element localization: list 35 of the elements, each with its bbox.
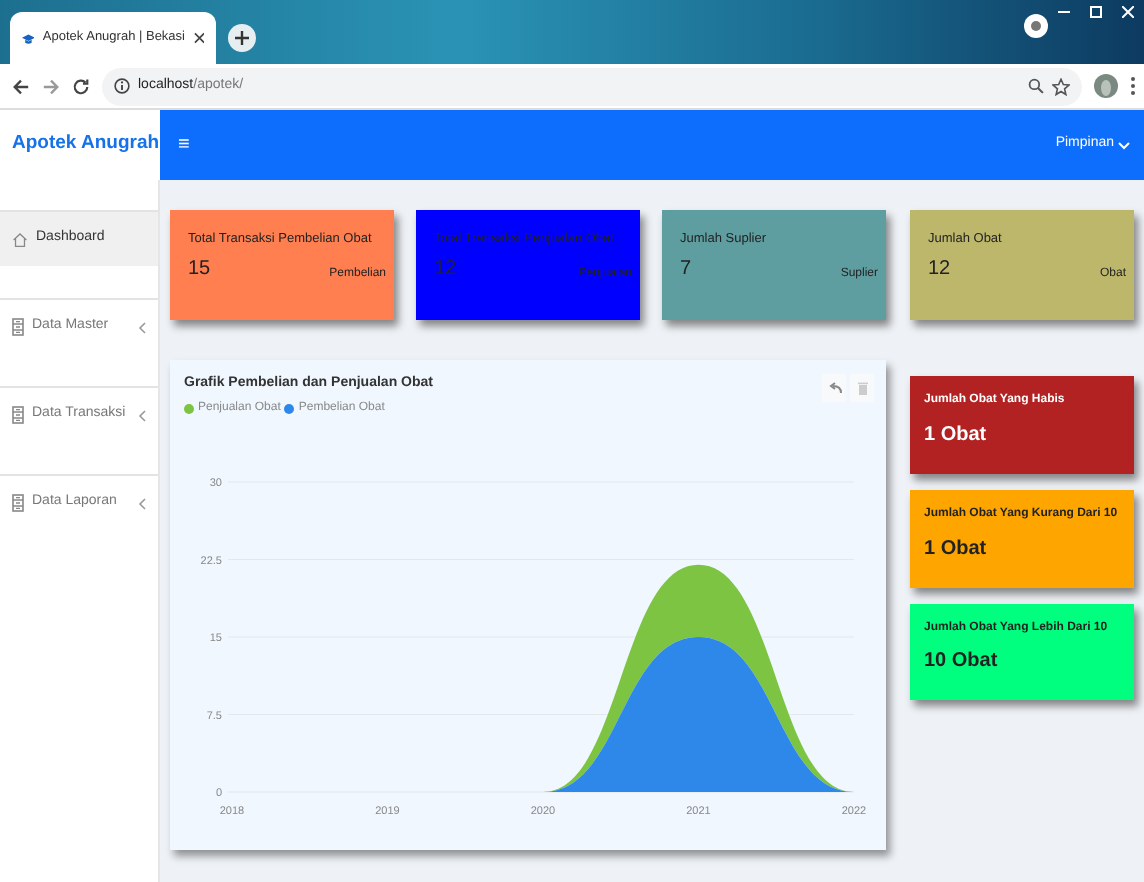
chevron-left-icon — [138, 409, 146, 421]
card-value: 12 — [434, 255, 457, 284]
close-icon[interactable] — [193, 32, 204, 44]
plus-icon — [234, 30, 250, 46]
chevron-left-icon — [138, 497, 146, 509]
card-value: 12 — [928, 255, 951, 284]
home-icon — [12, 231, 28, 247]
close-icon — [1122, 5, 1134, 18]
card-value: 1 Obat — [924, 535, 989, 564]
forward-button[interactable] — [42, 77, 60, 95]
card-value: 7 — [680, 255, 692, 284]
file-cabinet-icon — [12, 406, 24, 424]
file-cabinet-icon — [12, 494, 24, 512]
trash-icon — [857, 381, 867, 395]
minimize-icon — [1058, 5, 1070, 18]
reload-button[interactable] — [72, 77, 90, 95]
card-value: 15 — [188, 255, 211, 284]
star-icon[interactable] — [1052, 77, 1070, 95]
undo-button[interactable] — [822, 374, 846, 402]
new-tab-button[interactable] — [228, 24, 256, 52]
undo-icon — [827, 382, 841, 394]
graduation-cap-icon — [22, 31, 35, 45]
card-value: 1 Obat — [924, 421, 989, 450]
avatar-icon[interactable] — [1094, 74, 1118, 98]
chevron-left-icon — [138, 321, 146, 333]
file-cabinet-icon — [12, 318, 24, 336]
maximize-icon — [1090, 5, 1102, 18]
info-icon[interactable] — [114, 78, 130, 94]
chevron-down-icon — [1118, 141, 1130, 149]
back-button[interactable] — [12, 77, 30, 95]
card-value: 10 Obat — [924, 648, 1000, 677]
menu-toggle-button[interactable]: ≡ — [178, 130, 190, 160]
profile-icon[interactable] — [1024, 14, 1048, 38]
zoom-icon[interactable] — [1028, 78, 1044, 94]
menu-icon[interactable] — [1130, 76, 1136, 96]
